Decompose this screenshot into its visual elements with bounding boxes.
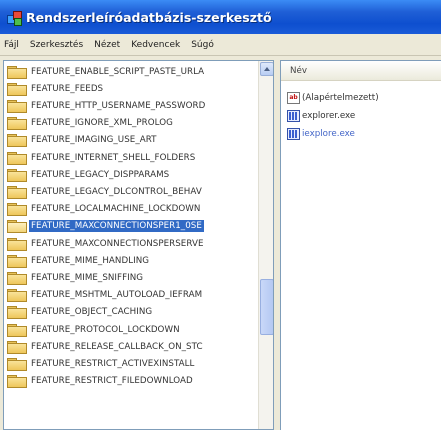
tree-item[interactable]: FEATURE_INTERNET_SHELL_FOLDERS: [4, 149, 273, 166]
registry-values-list[interactable]: Név ab (Alapértelmezett) explorer.exe ie…: [280, 60, 441, 430]
tree-item-label: FEATURE_MIME_SNIFFING: [31, 272, 144, 283]
scroll-up-button[interactable]: [260, 62, 273, 76]
tree-scrollbar[interactable]: [258, 61, 273, 429]
tree-item[interactable]: FEATURE_MSHTML_AUTOLOAD_IEFRAM: [4, 287, 273, 304]
tree-item[interactable]: FEATURE_MAXCONNECTIONSPER1_0SE: [4, 218, 273, 235]
folder-icon: [7, 375, 27, 389]
tree-item-label: FEATURE_RESTRICT_ACTIVEXINSTALL: [31, 358, 195, 369]
dword-value-icon: [287, 110, 300, 122]
tree-item-label: FEATURE_RELEASE_CALLBACK_ON_STC: [31, 341, 203, 352]
value-name: iexplore.exe: [302, 129, 355, 139]
window-title: Rendszerleíróadatbázis-szerkesztő: [26, 9, 272, 25]
registry-key-tree[interactable]: FEATURE_ENABLE_SCRIPT_PASTE_URLA FEATURE_…: [3, 60, 274, 430]
folder-icon: [7, 271, 27, 285]
value-name: explorer.exe: [302, 111, 356, 121]
tree-item[interactable]: FEATURE_IMAGING_USE_ART: [4, 132, 273, 149]
tree-item[interactable]: FEATURE_LOCALMACHINE_LOCKDOWN: [4, 201, 273, 218]
tree-item-label: FEATURE_MAXCONNECTIONSPER1_0SE: [29, 220, 204, 233]
value-row-iexplore[interactable]: iexplore.exe: [287, 127, 355, 141]
tree-item[interactable]: FEATURE_OBJECT_CACHING: [4, 304, 273, 321]
tree-item[interactable]: FEATURE_RESTRICT_ACTIVEXINSTALL: [4, 355, 273, 372]
tree-item[interactable]: FEATURE_MAXCONNECTIONSPERSERVE: [4, 235, 273, 252]
tree-item[interactable]: FEATURE_MIME_HANDLING: [4, 252, 273, 269]
folder-icon: [7, 134, 27, 148]
tree-item[interactable]: FEATURE_RELEASE_CALLBACK_ON_STC: [4, 338, 273, 355]
tree-item[interactable]: FEATURE_MIME_SNIFFING: [4, 269, 273, 286]
folder-icon: [7, 185, 27, 199]
tree-item-label: FEATURE_IMAGING_USE_ART: [31, 135, 157, 146]
menu-bar: Fájl Szerkesztés Nézet Kedvencek Súgó: [0, 34, 441, 56]
folder-icon: [7, 357, 27, 371]
folder-icon: [7, 237, 27, 251]
tree-item[interactable]: FEATURE_LEGACY_DLCONTROL_BEHAV: [4, 183, 273, 200]
tree-item-label: FEATURE_HTTP_USERNAME_PASSWORD: [31, 100, 206, 111]
tree-item[interactable]: FEATURE_FEEDS: [4, 80, 273, 97]
value-row-explorer[interactable]: explorer.exe: [287, 109, 355, 123]
menu-edit[interactable]: Szerkesztés: [30, 40, 83, 50]
folder-icon: [7, 168, 27, 182]
tree-item-label: FEATURE_IGNORE_XML_PROLOG: [31, 118, 173, 129]
menu-favorites[interactable]: Kedvencek: [131, 40, 180, 50]
tree-item-label: FEATURE_OBJECT_CACHING: [31, 307, 153, 318]
folder-icon: [7, 82, 27, 96]
tree-item-label: FEATURE_FEEDS: [31, 83, 104, 94]
tree-item[interactable]: FEATURE_PROTOCOL_LOCKDOWN: [4, 321, 273, 338]
scroll-thumb[interactable]: [260, 279, 273, 335]
title-bar[interactable]: Rendszerleíróadatbázis-szerkesztő: [0, 0, 441, 34]
open-folder-icon: [7, 220, 27, 234]
tree-item-label: FEATURE_MSHTML_AUTOLOAD_IEFRAM: [31, 290, 203, 301]
tree-item-label: FEATURE_LEGACY_DISPPARAMS: [31, 169, 170, 180]
tree-item[interactable]: FEATURE_IGNORE_XML_PROLOG: [4, 115, 273, 132]
string-value-icon: ab: [287, 92, 300, 104]
folder-icon: [7, 323, 27, 337]
menu-view[interactable]: Nézet: [94, 40, 120, 50]
folder-icon: [7, 203, 27, 217]
folder-icon: [7, 289, 27, 303]
tree-item[interactable]: FEATURE_LEGACY_DISPPARAMS: [4, 166, 273, 183]
registry-editor-icon: [6, 9, 22, 26]
folder-icon: [7, 254, 27, 268]
tree-item-label: FEATURE_MIME_HANDLING: [31, 255, 150, 266]
value-row-default[interactable]: ab (Alapértelmezett): [287, 91, 379, 105]
column-header-name[interactable]: Név: [281, 61, 441, 81]
value-name: (Alapértelmezett): [302, 93, 379, 103]
column-header-label: Név: [290, 65, 307, 76]
folder-icon: [7, 99, 27, 113]
folder-icon: [7, 117, 27, 131]
folder-icon: [7, 340, 27, 354]
menu-help[interactable]: Súgó: [191, 40, 214, 50]
tree-item-label: FEATURE_RESTRICT_FILEDOWNLOAD: [31, 376, 193, 387]
tree-item[interactable]: FEATURE_HTTP_USERNAME_PASSWORD: [4, 97, 273, 114]
tree-item-label: FEATURE_LOCALMACHINE_LOCKDOWN: [31, 204, 201, 215]
tree-item[interactable]: FEATURE_ENABLE_SCRIPT_PASTE_URLA: [4, 63, 273, 80]
tree-item-label: FEATURE_PROTOCOL_LOCKDOWN: [31, 324, 180, 335]
folder-icon: [7, 65, 27, 79]
tree-item-label: FEATURE_LEGACY_DLCONTROL_BEHAV: [31, 186, 202, 197]
dword-value-icon: [287, 128, 300, 140]
tree-item-label: FEATURE_INTERNET_SHELL_FOLDERS: [31, 152, 196, 163]
tree-item[interactable]: FEATURE_RESTRICT_FILEDOWNLOAD: [4, 373, 273, 390]
menu-file[interactable]: Fájl: [4, 40, 19, 50]
tree-item-label: FEATURE_MAXCONNECTIONSPERSERVE: [31, 238, 204, 249]
folder-icon: [7, 151, 27, 165]
folder-icon: [7, 306, 27, 320]
tree-item-label: FEATURE_ENABLE_SCRIPT_PASTE_URLA: [31, 66, 205, 77]
